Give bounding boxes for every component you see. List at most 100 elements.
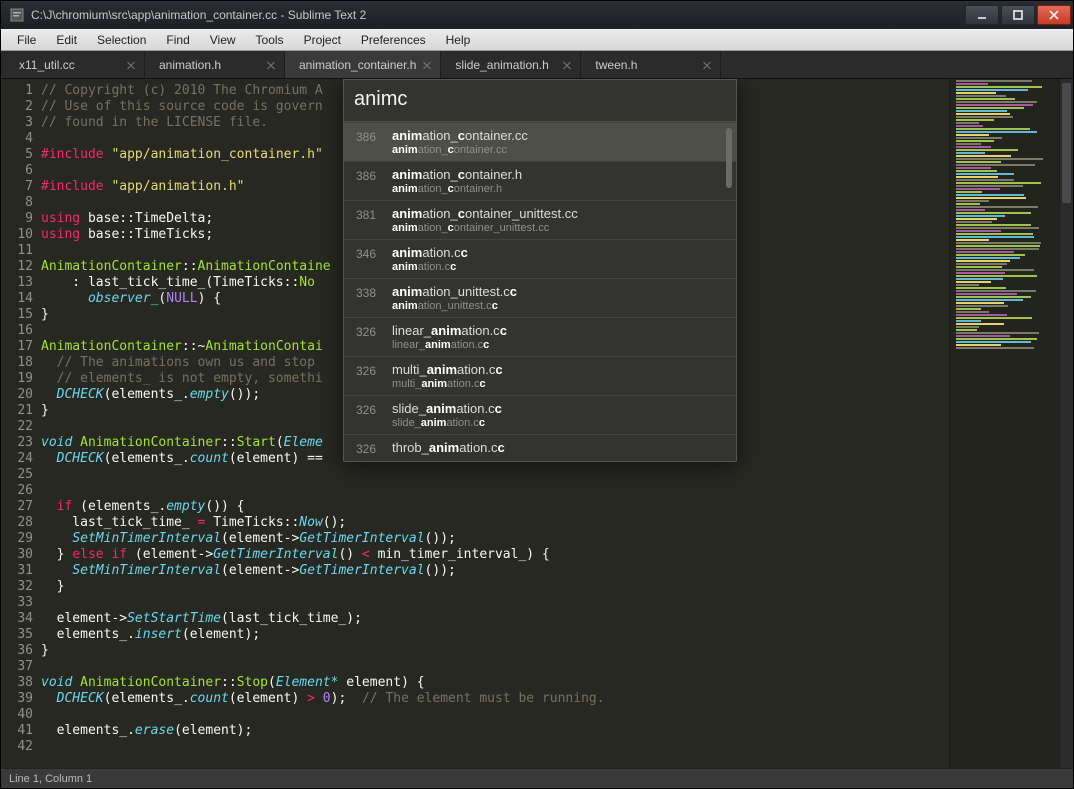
goto-result-path: multi_animation.cc: [392, 378, 724, 390]
code-line[interactable]: if (elements_.empty()) {: [41, 499, 949, 515]
code-line[interactable]: last_tick_time_ = TimeTicks::Now();: [41, 515, 949, 531]
menu-help[interactable]: Help: [436, 31, 481, 49]
minimap-line: [956, 251, 1014, 253]
code-line[interactable]: }: [41, 643, 949, 659]
goto-result-path: animation.cc: [392, 261, 724, 273]
goto-result-score: 326: [356, 323, 392, 351]
code-line[interactable]: [41, 467, 949, 483]
minimize-button[interactable]: [965, 5, 999, 25]
goto-result[interactable]: 326linear_animation.cclinear_animation.c…: [344, 317, 736, 356]
goto-result-score: 381: [356, 206, 392, 234]
minimap-line: [956, 176, 998, 178]
tab-label: x11_util.cc: [19, 58, 75, 72]
minimap-line: [956, 170, 997, 172]
minimap-line: [956, 221, 992, 223]
menu-preferences[interactable]: Preferences: [351, 31, 436, 49]
minimap-line: [956, 314, 1007, 316]
statusbar: Line 1, Column 1: [1, 768, 1073, 788]
minimap-line: [956, 245, 1040, 247]
code-line[interactable]: SetMinTimerInterval(element->GetTimerInt…: [41, 563, 949, 579]
vertical-scrollbar[interactable]: [1059, 79, 1073, 768]
menu-project[interactable]: Project: [294, 31, 351, 49]
code-line[interactable]: elements_.erase(element);: [41, 723, 949, 739]
tab-animation-container-h[interactable]: animation_container.h: [285, 51, 441, 78]
goto-result[interactable]: 386animation_container.ccanimation_conta…: [344, 122, 736, 161]
tab-close-icon[interactable]: [422, 60, 432, 70]
minimap-line: [956, 212, 1031, 214]
code-line[interactable]: } else if (element->GetTimerInterval() <…: [41, 547, 949, 563]
minimap-line: [956, 347, 1034, 349]
minimap-line: [956, 149, 1018, 151]
menu-selection[interactable]: Selection: [87, 31, 156, 49]
minimap-line: [956, 152, 985, 154]
minimap-line: [956, 107, 1024, 109]
goto-result-title: animation_container_unittest.cc: [392, 206, 724, 221]
goto-result[interactable]: 326multi_animation.ccmulti_animation.cc: [344, 356, 736, 395]
minimap-line: [956, 197, 1026, 199]
code-line[interactable]: }: [41, 579, 949, 595]
minimap-line: [956, 143, 981, 145]
goto-result-title: throb_animation.cc: [392, 440, 724, 455]
menu-file[interactable]: File: [7, 31, 46, 49]
minimap-line: [956, 158, 1043, 160]
code-line[interactable]: [41, 483, 949, 499]
goto-result[interactable]: 326throb_animation.cc: [344, 434, 736, 461]
goto-result[interactable]: 386animation_container.hanimation_contai…: [344, 161, 736, 200]
minimap-line: [956, 335, 1010, 337]
minimap-line: [956, 263, 1007, 265]
code-line[interactable]: element->SetStartTime(last_tick_time_);: [41, 611, 949, 627]
menu-tools[interactable]: Tools: [246, 31, 294, 49]
code-line[interactable]: [41, 659, 949, 675]
titlebar[interactable]: C:\J\chromium\src\app\animation_containe…: [1, 1, 1073, 29]
code-line[interactable]: [41, 595, 949, 611]
scrollbar-thumb[interactable]: [1062, 83, 1071, 203]
minimap-line: [956, 254, 1025, 256]
menu-view[interactable]: View: [200, 31, 246, 49]
minimap-line: [956, 146, 991, 148]
menu-edit[interactable]: Edit: [46, 31, 87, 49]
tab-close-icon[interactable]: [126, 60, 136, 70]
goto-results-list: 386animation_container.ccanimation_conta…: [344, 122, 736, 461]
line-number-gutter: 1234567891011121314151617181920212223242…: [1, 79, 41, 768]
goto-result-title: animation_unittest.cc: [392, 284, 724, 299]
tab-close-icon[interactable]: [266, 60, 276, 70]
minimap-line: [956, 269, 1034, 271]
goto-result-score: 386: [356, 167, 392, 195]
tab-tween-h[interactable]: tween.h: [581, 51, 721, 78]
minimap[interactable]: [949, 79, 1059, 768]
close-button[interactable]: [1037, 5, 1071, 25]
code-line[interactable]: [41, 707, 949, 723]
minimap-line: [956, 182, 1041, 184]
maximize-button[interactable]: [1001, 5, 1035, 25]
tab-slide-animation-h[interactable]: slide_animation.h: [441, 51, 581, 78]
minimap-line: [956, 206, 1038, 208]
minimap-line: [956, 101, 1037, 103]
code-line[interactable]: elements_.insert(element);: [41, 627, 949, 643]
tab-animation-h[interactable]: animation.h: [145, 51, 285, 78]
minimap-line: [956, 191, 982, 193]
goto-result[interactable]: 381animation_container_unittest.ccanimat…: [344, 200, 736, 239]
minimap-line: [956, 134, 989, 136]
goto-scrollbar-thumb[interactable]: [726, 128, 732, 188]
minimap-line: [956, 131, 1037, 133]
goto-result-path: animation_container_unittest.cc: [392, 222, 724, 234]
minimap-line: [956, 284, 979, 286]
minimap-line: [956, 83, 988, 85]
code-line[interactable]: DCHECK(elements_.count(element) > 0); //…: [41, 691, 949, 707]
code-line[interactable]: SetMinTimerInterval(element->GetTimerInt…: [41, 531, 949, 547]
code-line[interactable]: void AnimationContainer::Stop(Element* e…: [41, 675, 949, 691]
goto-input[interactable]: [354, 88, 726, 111]
code-line[interactable]: [41, 739, 949, 755]
goto-result[interactable]: 346animation.ccanimation.cc: [344, 239, 736, 278]
goto-result[interactable]: 326slide_animation.ccslide_animation.cc: [344, 395, 736, 434]
tab-close-icon[interactable]: [562, 60, 572, 70]
goto-result[interactable]: 338animation_unittest.ccanimation_unitte…: [344, 278, 736, 317]
goto-result-title: linear_animation.cc: [392, 323, 724, 338]
minimap-line: [956, 266, 1002, 268]
menu-find[interactable]: Find: [156, 31, 199, 49]
goto-result-title: multi_animation.cc: [392, 362, 724, 377]
tab-close-icon[interactable]: [702, 60, 712, 70]
minimap-line: [956, 287, 1006, 289]
goto-result-path: slide_animation.cc: [392, 417, 724, 429]
tab-x11-util-cc[interactable]: x11_util.cc: [5, 51, 145, 78]
